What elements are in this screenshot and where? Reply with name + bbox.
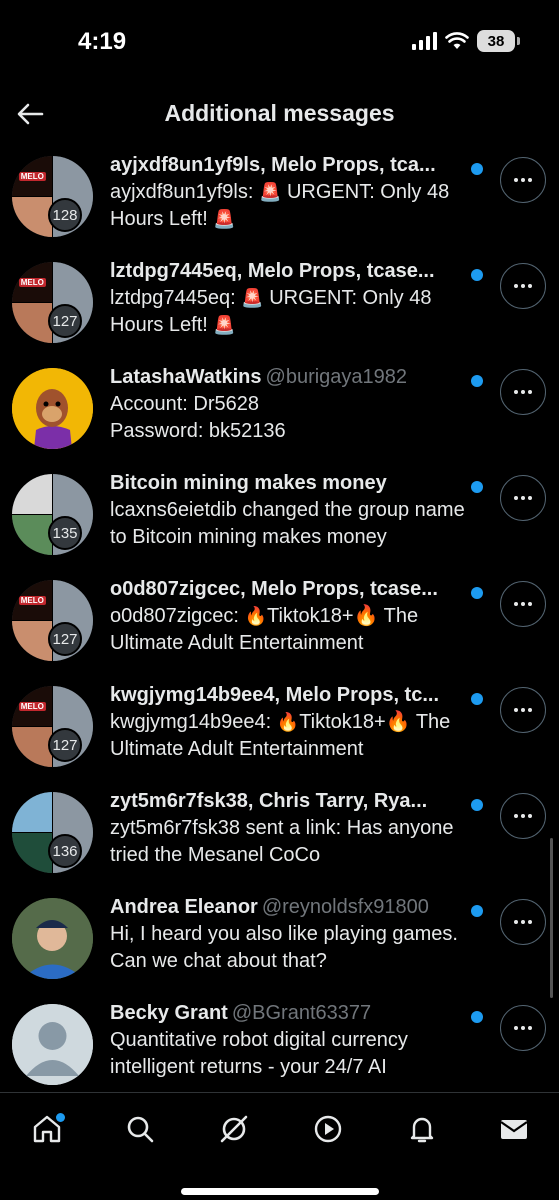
conversation-name: Becky Grant	[110, 1002, 228, 1024]
conversation-row[interactable]: MELO 127 kwgjymg14b9ee4, Melo Props, tc.…	[0, 682, 559, 788]
conversation-name: LatashaWatkins	[110, 366, 262, 388]
conversation-row[interactable]: MELO 127 o0d807zigcec, Melo Props, tcase…	[0, 576, 559, 682]
unread-dot	[471, 693, 483, 705]
bottom-nav	[0, 1092, 559, 1200]
conversation-row[interactable]: Becky Grant @BGrant63377 Quantitative rob…	[0, 1000, 559, 1092]
user-handle: @burigaya1982	[265, 366, 408, 388]
unread-dot	[471, 1011, 483, 1023]
more-options-button[interactable]	[500, 263, 546, 309]
conversation-list[interactable]: MELO 128 ayjxdf8un1yf9ls, Melo Props, tc…	[0, 148, 559, 1092]
conversation-row[interactable]: 135 Bitcoin mining makes money lcaxns6ei…	[0, 470, 559, 576]
signal-icon	[412, 32, 437, 50]
battery-icon: 38	[477, 30, 520, 52]
person-photo-icon	[12, 898, 93, 979]
unread-dot	[471, 269, 483, 281]
conversation-row[interactable]: 136 zyt5m6r7fsk38, Chris Tarry, Rya... z…	[0, 788, 559, 894]
conversation-row[interactable]: MELO 127 lztdpg7445eq, Melo Props, tcase…	[0, 258, 559, 364]
more-options-button[interactable]	[500, 687, 546, 733]
user-handle: @reynoldsfx91800	[261, 896, 429, 918]
conversation-name: o0d807zigcec, Melo Props, tcase...	[110, 578, 438, 600]
home-indicator	[181, 1188, 379, 1195]
nav-messages[interactable]	[494, 1109, 534, 1149]
unread-dot	[471, 481, 483, 493]
conversation-name: Andrea Eleanor	[110, 896, 258, 918]
message-preview: Quantitative robot digital currency inte…	[110, 1029, 408, 1078]
siren-icon: 🚨	[213, 209, 236, 229]
conversation-name: zyt5m6r7fsk38, Chris Tarry, Rya...	[110, 790, 428, 812]
siren-icon: 🚨	[258, 182, 282, 202]
member-count-badge: 135	[48, 516, 82, 550]
conversation-name: lztdpg7445eq, Melo Props, tcase...	[110, 260, 435, 282]
user-avatar	[12, 898, 93, 979]
status-time: 4:19	[78, 28, 127, 55]
unread-dot	[471, 587, 483, 599]
message-preview-line2: Password: bk52136	[110, 420, 286, 442]
conversation-name: Bitcoin mining makes money	[110, 472, 387, 494]
conversation-name: ayjxdf8un1yf9ls, Melo Props, tca...	[110, 154, 436, 176]
conversation-row[interactable]: LatashaWatkins @burigaya1982 Account: Dr5…	[0, 364, 559, 470]
default-profile-icon	[12, 1004, 93, 1085]
nav-search[interactable]	[120, 1109, 160, 1149]
unread-dot	[471, 375, 483, 387]
unread-dot	[471, 799, 483, 811]
user-handle: @BGrant63377	[231, 1002, 372, 1024]
wifi-icon	[445, 32, 469, 49]
more-options-button[interactable]	[500, 581, 546, 627]
message-preview: Hi, I heard you also like playing games.…	[110, 923, 458, 972]
fire-icon: 🔥	[276, 712, 300, 732]
more-options-button[interactable]	[500, 793, 546, 839]
message-preview: Account: Dr5628	[110, 393, 259, 415]
search-icon	[127, 1116, 154, 1143]
nav-video[interactable]	[308, 1109, 348, 1149]
more-options-button[interactable]	[500, 157, 546, 203]
video-icon	[314, 1115, 342, 1143]
member-count-badge: 128	[48, 198, 82, 232]
grok-icon	[220, 1115, 248, 1143]
siren-icon: 🚨	[241, 288, 264, 308]
siren-icon: 🚨	[213, 315, 236, 335]
unread-dot	[471, 163, 483, 175]
nav-home[interactable]	[27, 1109, 67, 1149]
notifications-icon	[410, 1117, 434, 1143]
conversation-row[interactable]: MELO 128 ayjxdf8un1yf9ls, Melo Props, tc…	[0, 152, 559, 258]
member-count-badge: 127	[48, 622, 82, 656]
nav-notifications[interactable]	[402, 1109, 442, 1149]
member-count-badge: 127	[48, 728, 82, 762]
ape-avatar-icon	[12, 368, 93, 449]
scrollbar[interactable]	[550, 838, 553, 998]
member-count-badge: 127	[48, 304, 82, 338]
message-preview: kwgjymg14b9ee4: 🔥Tiktok18+🔥 The Ultimate…	[110, 711, 451, 760]
fire-icon: 🔥	[244, 606, 267, 626]
status-bar: 4:19 38	[0, 0, 559, 84]
status-icons: 38	[412, 30, 520, 52]
page-title: Additional messages	[164, 100, 395, 126]
more-options-button[interactable]	[500, 475, 546, 521]
message-preview: lcaxns6eietdib changed the group name to…	[110, 499, 465, 548]
more-options-button[interactable]	[500, 899, 546, 945]
message-preview: zyt5m6r7fsk38 sent a link: Has anyone tr…	[110, 817, 454, 866]
more-options-button[interactable]	[500, 369, 546, 415]
message-preview: ayjxdf8un1yf9ls: 🚨 URGENT: Only 48 Hours…	[110, 181, 450, 230]
conversation-row[interactable]: Andrea Eleanor @reynoldsfx91800 Hi, I hea…	[0, 894, 559, 1000]
user-avatar	[12, 368, 93, 449]
more-options-button[interactable]	[500, 1005, 546, 1051]
unread-dot	[471, 905, 483, 917]
message-preview: lztdpg7445eq: 🚨 URGENT: Only 48 Hours Le…	[110, 287, 432, 336]
header: Additional messages	[0, 84, 559, 148]
conversation-name: kwgjymg14b9ee4, Melo Props, tc...	[110, 684, 440, 706]
messages-icon	[500, 1120, 528, 1139]
default-avatar	[12, 1004, 93, 1085]
nav-grok[interactable]	[214, 1109, 254, 1149]
notification-dot	[56, 1113, 65, 1122]
member-count-badge: 136	[48, 834, 82, 868]
message-preview: o0d807zigcec: 🔥Tiktok18+🔥 The Ultimate A…	[110, 605, 419, 654]
